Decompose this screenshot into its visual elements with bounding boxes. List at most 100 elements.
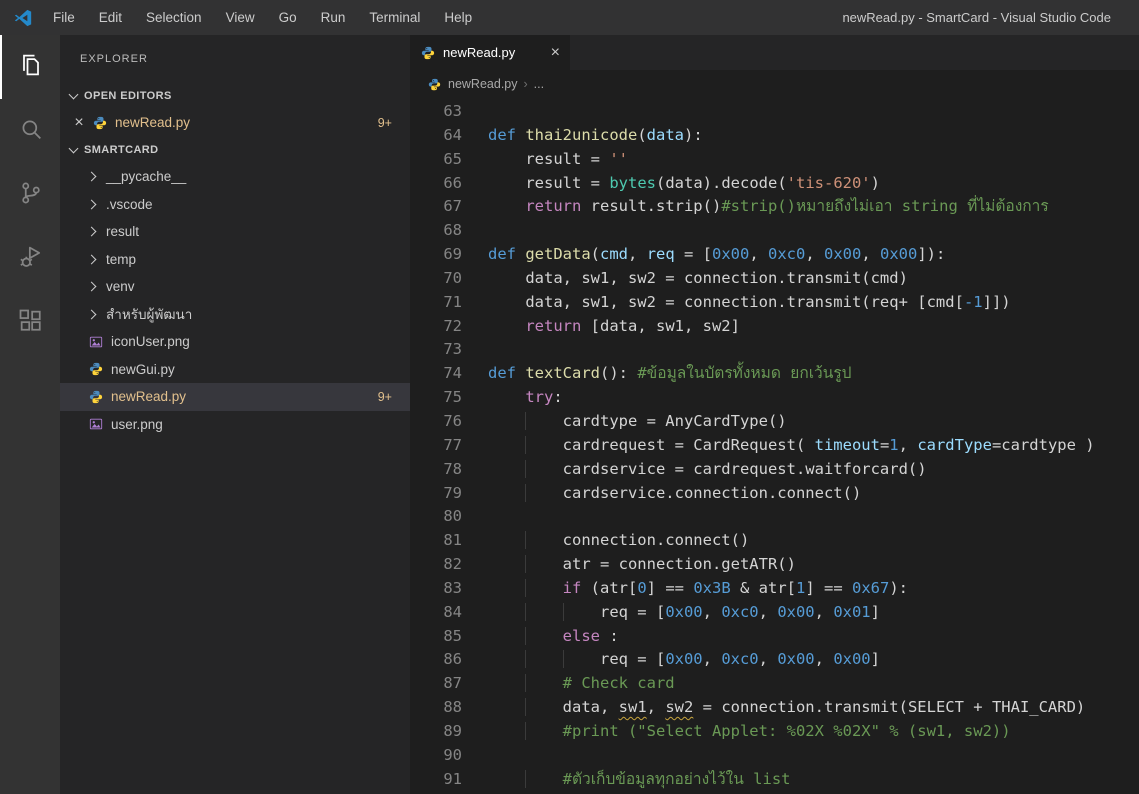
code-line-81[interactable]: 81 connection.connect() [410,529,1139,553]
activity-extensions-button[interactable] [0,291,60,355]
chevron-right-icon [87,172,97,182]
line-number: 70 [410,267,462,291]
code-line-78[interactable]: 78 cardservice = cardrequest.waitforcard… [410,458,1139,482]
activity-explorer-button[interactable] [0,35,60,99]
line-number: 90 [410,744,462,768]
code-line-70[interactable]: 70 data, sw1, sw2 = connection.transmit(… [410,267,1139,291]
code-line-91[interactable]: 91 #ตัวเก็บข้อมูลทุกอย่างไว้ใน list [410,768,1139,792]
tab-label: newRead.py [443,45,544,60]
code-line-83[interactable]: 83 if (atr[0] == 0x3B & atr[1] == 0x67): [410,577,1139,601]
line-number: 75 [410,386,462,410]
chevron-right-icon [87,254,97,264]
code-line-88[interactable]: 88 data, sw1, sw2 = connection.transmit(… [410,696,1139,720]
breadcrumb: newRead.py › ... [410,70,1139,98]
folder-item-.vscode[interactable]: .vscode [60,191,410,219]
tab-newread-py[interactable]: newRead.py × [410,35,570,70]
line-number: 68 [410,219,462,243]
explorer-sidebar: EXPLORER OPEN EDITORS ×newRead.py9+ SMAR… [60,35,410,794]
activity-source-control-button[interactable] [0,163,60,227]
search-icon [17,115,45,148]
menu-edit[interactable]: Edit [87,0,134,35]
line-number: 65 [410,148,462,172]
menu-run[interactable]: Run [309,0,358,35]
code-lines[interactable]: 6364def thai2unicode(data):65 result = '… [410,98,1139,794]
code-line-74[interactable]: 74def textCard(): #ข้อมูลในบัตรทั้งหมด ย… [410,362,1139,386]
window-title: newRead.py - SmartCard - Visual Studio C… [842,10,1111,25]
code-line-90[interactable]: 90 [410,744,1139,768]
tree-item-label: result [106,224,139,239]
menu-terminal[interactable]: Terminal [357,0,432,35]
code-line-67[interactable]: 67 return result.strip()#strip()หมายถึงไ… [410,195,1139,219]
open-editors-list: ×newRead.py9+ [60,109,410,136]
title-bar: FileEditSelectionViewGoRunTerminalHelp n… [0,0,1139,35]
vscode-logo-icon [13,8,33,28]
code-line-84[interactable]: 84 req = [0x00, 0xc0, 0x00, 0x01] [410,601,1139,625]
code-line-73[interactable]: 73 [410,338,1139,362]
open-editors-header[interactable]: OPEN EDITORS [60,82,410,109]
folder-item-__pycache__[interactable]: __pycache__ [60,163,410,191]
code-line-75[interactable]: 75 try: [410,386,1139,410]
line-number: 83 [410,577,462,601]
code-line-69[interactable]: 69def getData(cmd, req = [0x00, 0xc0, 0x… [410,243,1139,267]
code-line-86[interactable]: 86 req = [0x00, 0xc0, 0x00, 0x00] [410,648,1139,672]
activity-bar [0,35,60,794]
code-line-76[interactable]: 76 cardtype = AnyCardType() [410,410,1139,434]
file-item-user.png[interactable]: user.png [60,411,410,439]
file-item-iconUser.png[interactable]: iconUser.png [60,328,410,356]
code-line-66[interactable]: 66 result = bytes(data).decode('tis-620'… [410,172,1139,196]
code-line-80[interactable]: 80 [410,505,1139,529]
file-item-newRead.py[interactable]: newRead.py 9+ [60,383,410,411]
python-file-icon [426,78,442,91]
tree-item-label: newGui.py [111,362,175,377]
menu-go[interactable]: Go [267,0,309,35]
code-line-79[interactable]: 79 cardservice.connection.connect() [410,482,1139,506]
line-number: 81 [410,529,462,553]
tree-item-label: __pycache__ [106,169,186,184]
line-number: 69 [410,243,462,267]
code-line-87[interactable]: 87 # Check card [410,672,1139,696]
line-number: 89 [410,720,462,744]
code-line-64[interactable]: 64def thai2unicode(data): [410,124,1139,148]
menu-help[interactable]: Help [432,0,484,35]
code-line-68[interactable]: 68 [410,219,1139,243]
code-line-77[interactable]: 77 cardrequest = CardRequest( timeout=1,… [410,434,1139,458]
line-number: 73 [410,338,462,362]
breadcrumb-file[interactable]: newRead.py [448,77,518,91]
code-line-72[interactable]: 72 return [data, sw1, sw2] [410,315,1139,339]
tree-item-label: newRead.py [111,389,186,404]
menu-view[interactable]: View [214,0,267,35]
menu-file[interactable]: File [41,0,87,35]
tree-item-label: สำหรับผู้พัฒนา [106,303,192,325]
source-control-icon [17,179,45,212]
file-item-newGui.py[interactable]: newGui.py [60,356,410,384]
code-line-63[interactable]: 63 [410,100,1139,124]
activity-run-debug-button[interactable] [0,227,60,291]
line-number: 67 [410,195,462,219]
code-line-89[interactable]: 89 #print ("Select Applet: %02X %02X" % … [410,720,1139,744]
code-line-71[interactable]: 71 data, sw1, sw2 = connection.transmit(… [410,291,1139,315]
editor-area: newRead.py × newRead.py › ... 6364def th… [410,35,1139,794]
code-line-85[interactable]: 85 else : [410,625,1139,649]
git-changes-badge: 9+ [378,390,392,404]
folder-item-venv[interactable]: venv [60,273,410,301]
project-folder-header[interactable]: SMARTCARD [60,136,410,163]
close-editor-icon[interactable]: × [72,114,86,132]
chevron-right-icon [87,309,97,319]
open-editor-item-newRead.py[interactable]: ×newRead.py9+ [60,109,410,136]
python-file-icon [88,390,104,404]
run-debug-icon [17,243,45,276]
activity-search-button[interactable] [0,99,60,163]
line-number: 64 [410,124,462,148]
breadcrumb-more[interactable]: ... [534,77,544,91]
tab-close-icon[interactable]: × [551,44,560,62]
line-number: 84 [410,601,462,625]
menu-selection[interactable]: Selection [134,0,214,35]
python-file-icon [420,46,436,60]
code-line-65[interactable]: 65 result = '' [410,148,1139,172]
folder-item-temp[interactable]: temp [60,246,410,274]
code-line-82[interactable]: 82 atr = connection.getATR() [410,553,1139,577]
chevron-right-icon [87,282,97,292]
folder-item-result[interactable]: result [60,218,410,246]
folder-item-สำหรับผู้พัฒนา[interactable]: สำหรับผู้พัฒนา [60,301,410,329]
image-file-icon [88,417,104,431]
